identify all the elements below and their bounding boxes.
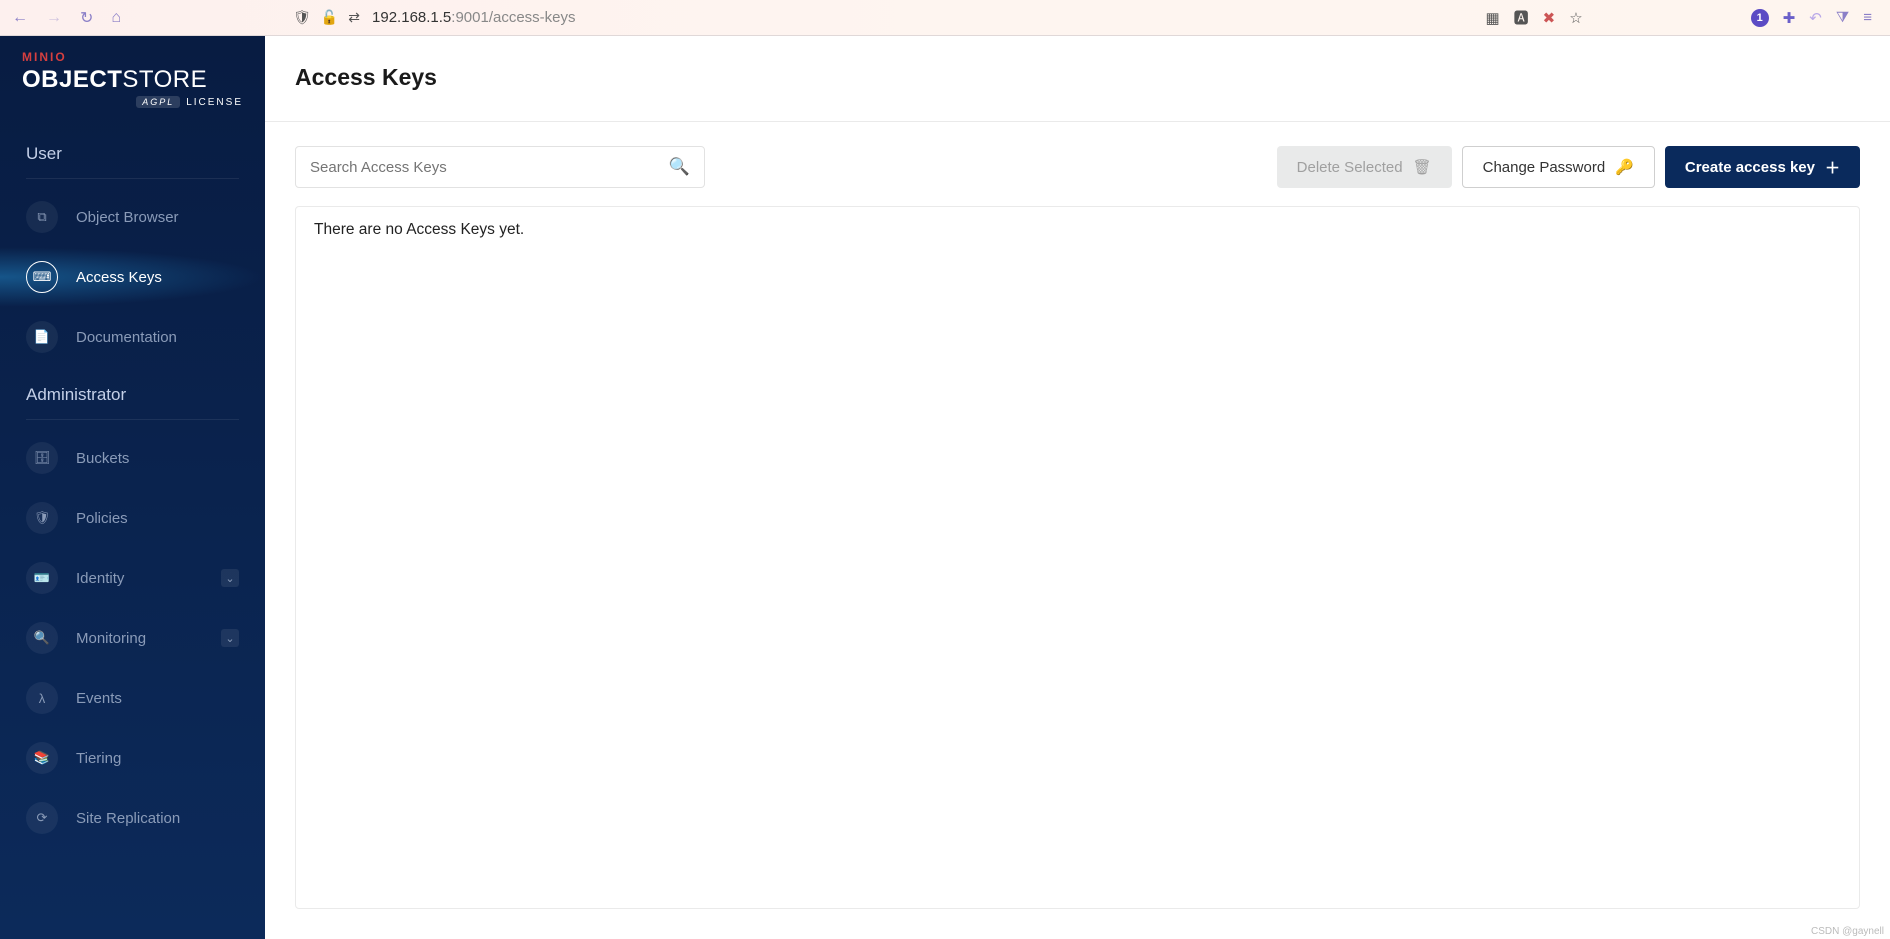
button-label: Change Password [1483, 159, 1606, 176]
app-root: MINIO OBJECTSTORE AGPL LICENSE User ⧉ Ob… [0, 36, 1890, 939]
sidebar-item-label: Object Browser [76, 209, 179, 226]
logo-product: OBJECTSTORE [22, 66, 243, 94]
sidebar-item-label: Monitoring [76, 630, 146, 647]
lock-slash-icon[interactable]: 🔓 [321, 9, 338, 26]
main-content: Access Keys 🔍 Delete Selected 🗑 Change P… [265, 36, 1890, 939]
crop-icon[interactable]: ✚ [1783, 9, 1796, 27]
site-replication-icon: ⟳ [26, 802, 58, 834]
sidebar-item-policies[interactable]: 🛡 Policies [0, 488, 265, 548]
logo-license: AGPL LICENSE [22, 96, 243, 108]
sidebar-item-buckets[interactable]: 🗄 Buckets [0, 428, 265, 488]
star-icon[interactable]: ☆ [1569, 9, 1582, 27]
url-security-icons: 🛡 🔓 ⇄ [293, 9, 360, 26]
browser-nav-buttons: ← → ↻ ⌂ [12, 8, 121, 28]
sidebar-item-identity[interactable]: 🪪 Identity ⌄ [0, 548, 265, 608]
sidebar-item-label: Events [76, 690, 122, 707]
sidebar-item-label: Tiering [76, 750, 121, 767]
menu-icon[interactable]: ≡ [1863, 9, 1872, 26]
button-label: Create access key [1685, 159, 1815, 176]
sidebar-item-label: Policies [76, 510, 128, 527]
logo-brand: MINIO [22, 50, 243, 64]
plus-icon: ＋ [1825, 157, 1840, 178]
create-access-key-button[interactable]: Create access key ＋ [1665, 146, 1860, 188]
sidebar-item-label: Access Keys [76, 269, 162, 286]
sidebar: MINIO OBJECTSTORE AGPL LICENSE User ⧉ Ob… [0, 36, 265, 939]
qr-icon[interactable]: ▦ [1485, 9, 1499, 27]
logo-product-light: STORE [122, 66, 207, 93]
home-icon[interactable]: ⌂ [111, 9, 121, 27]
tune-icon[interactable]: ⇄ [348, 9, 360, 26]
forward-icon[interactable]: → [46, 9, 62, 27]
monitoring-icon: 🔍 [26, 622, 58, 654]
block-icon[interactable]: ✖ [1543, 9, 1556, 27]
chevron-down-icon: ⌄ [221, 629, 239, 647]
section-admin-header: Administrator [26, 367, 239, 420]
url-host: 192.168.1.5 [372, 9, 451, 26]
object-browser-icon: ⧉ [26, 201, 58, 233]
sidebar-item-site-replication[interactable]: ⟳ Site Replication [0, 788, 265, 848]
policies-icon: 🛡 [26, 502, 58, 534]
trash-icon: 🗑 [1413, 158, 1432, 176]
sidebar-item-label: Identity [76, 570, 124, 587]
watermark: CSDN @gaynell [1811, 926, 1884, 937]
sidebar-item-label: Site Replication [76, 810, 180, 827]
shield-icon[interactable]: 🛡 [293, 9, 311, 26]
search-input[interactable] [310, 159, 669, 176]
sidebar-item-label: Buckets [76, 450, 129, 467]
change-password-button[interactable]: Change Password 🔑 [1462, 146, 1655, 188]
page-header: Access Keys [265, 36, 1890, 122]
tiering-icon: 📚 [26, 742, 58, 774]
sidebar-item-label: Documentation [76, 329, 177, 346]
browser-toolbar: ← → ↻ ⌂ 🛡 🔓 ⇄ 192.168.1.5:9001/access-ke… [0, 0, 1890, 36]
sidebar-item-documentation[interactable]: 📄 Documentation [0, 307, 265, 367]
access-keys-icon: ⌨ [26, 261, 58, 293]
license-pill: AGPL [136, 96, 180, 108]
undo-icon[interactable]: ↶ [1809, 9, 1822, 27]
url-area: 🛡 🔓 ⇄ 192.168.1.5:9001/access-keys [293, 9, 1473, 26]
extension-icon[interactable]: ⧩ [1836, 9, 1849, 26]
url-text[interactable]: 192.168.1.5:9001/access-keys [372, 9, 575, 26]
events-icon: λ [26, 682, 58, 714]
sidebar-item-events[interactable]: λ Events [0, 668, 265, 728]
notify-badge[interactable]: 1 [1751, 9, 1769, 27]
button-label: Delete Selected [1297, 159, 1403, 176]
identity-icon: 🪪 [26, 562, 58, 594]
documentation-icon: 📄 [26, 321, 58, 353]
section-user-header: User [26, 126, 239, 179]
back-icon[interactable]: ← [12, 9, 28, 27]
sidebar-item-access-keys[interactable]: ⌨ Access Keys [0, 247, 265, 307]
empty-state-message: There are no Access Keys yet. [314, 221, 1841, 239]
logo-product-bold: OBJECT [22, 66, 122, 93]
sidebar-item-tiering[interactable]: 📚 Tiering [0, 728, 265, 788]
translate-icon[interactable]: 🅰 [1514, 7, 1529, 28]
license-label: LICENSE [186, 97, 243, 108]
browser-right-icons: ▦ 🅰 ✖ ☆ 1 ✚ ↶ ⧩ ≡ [1485, 7, 1872, 28]
sidebar-item-monitoring[interactable]: 🔍 Monitoring ⌄ [0, 608, 265, 668]
key-icon: 🔑 [1615, 158, 1634, 176]
buckets-icon: 🗄 [26, 442, 58, 474]
sidebar-item-object-browser[interactable]: ⧉ Object Browser [0, 187, 265, 247]
page-title: Access Keys [295, 64, 1860, 91]
chevron-down-icon: ⌄ [221, 569, 239, 587]
content-panel: There are no Access Keys yet. [295, 206, 1860, 909]
url-rest: :9001/access-keys [451, 9, 575, 26]
search-icon: 🔍 [669, 157, 690, 177]
search-box[interactable]: 🔍 [295, 146, 705, 188]
reload-icon[interactable]: ↻ [80, 8, 93, 28]
logo: MINIO OBJECTSTORE AGPL LICENSE [0, 36, 265, 126]
delete-selected-button: Delete Selected 🗑 [1277, 146, 1452, 188]
toolbar: 🔍 Delete Selected 🗑 Change Password 🔑 Cr… [265, 122, 1890, 188]
